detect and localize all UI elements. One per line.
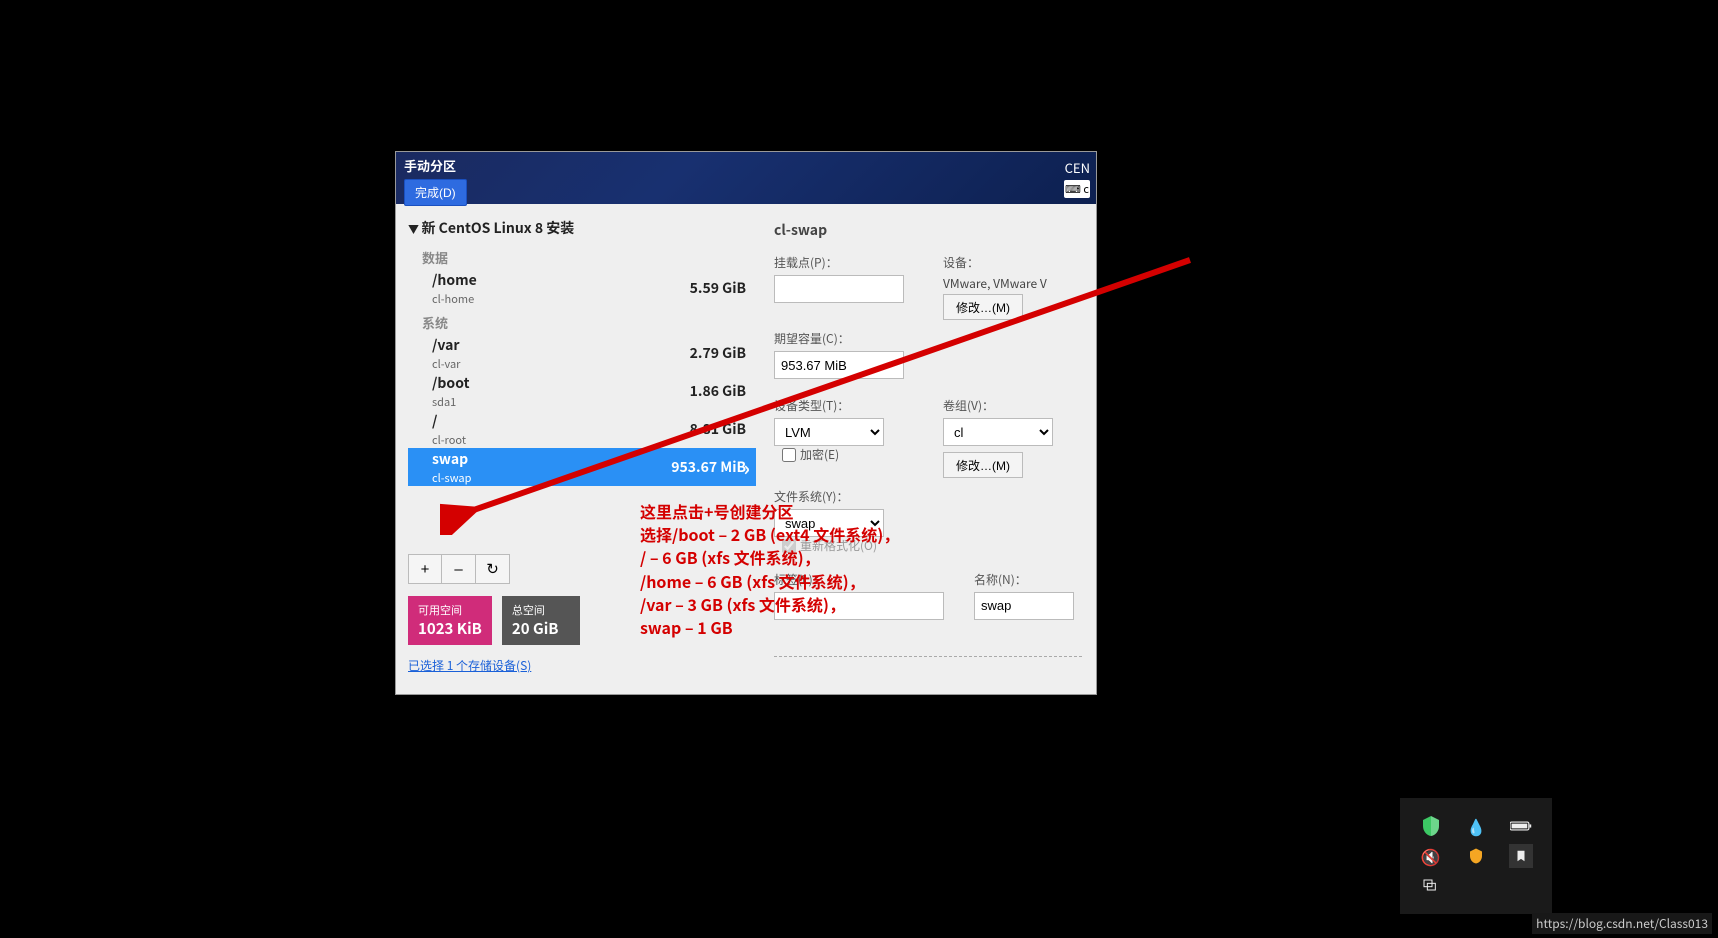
droplet-icon[interactable]: 💧 [1464, 814, 1488, 838]
label-input[interactable] [774, 592, 944, 620]
partition-row-root[interactable]: / cl-root 8.81 GiB [408, 410, 756, 448]
mount-label: /home [432, 270, 477, 290]
name-field-label: 名称(N)： [974, 571, 1082, 588]
shield-warning-icon[interactable] [1464, 844, 1488, 868]
body: 新 CentOS Linux 8 安装 数据 /home cl-home 5.5… [396, 204, 1096, 694]
size-label: 953.67 MiB [671, 457, 746, 477]
left-bottom: + – ↻ 可用空间 1023 KiB 总空间 20 GiB 已选择 1 个存储… [408, 544, 756, 684]
device-type-label: 设备类型(T)： [774, 397, 913, 414]
device-label: cl-root [432, 432, 466, 448]
partition-row-var[interactable]: /var cl-var 2.79 GiB [408, 334, 756, 372]
system-tray-flyout: 💧 🔇 [1400, 798, 1552, 914]
free-value: 1023 KiB [418, 618, 482, 639]
device-label: cl-home [432, 291, 477, 307]
partition-tree: 新 CentOS Linux 8 安装 数据 /home cl-home 5.5… [396, 204, 756, 694]
size-label: 5.59 GiB [690, 278, 746, 298]
size-label: 1.86 GiB [690, 381, 746, 401]
total-value: 20 GiB [512, 618, 570, 639]
installer-window: 手动分区 完成(D) CEN ⌨ c 新 CentOS Linux 8 安装 数… [396, 152, 1096, 694]
mount-label: /boot [432, 373, 469, 393]
partition-row-swap[interactable]: swap cl-swap 953.67 MiB [408, 448, 756, 486]
bookmark-icon[interactable] [1509, 844, 1533, 868]
vg-label: 卷组(V)： [943, 397, 1082, 414]
partition-action-buttons: + – ↻ [408, 554, 746, 584]
done-button[interactable]: 完成(D) [404, 179, 467, 206]
modify-vg-button[interactable]: 修改…(M) [943, 452, 1023, 478]
encrypt-checkbox[interactable] [782, 448, 796, 462]
category-system: 系统 [422, 313, 756, 332]
mount-label: / [432, 411, 437, 431]
remove-partition-button[interactable]: – [442, 554, 476, 584]
size-label: 8.81 GiB [690, 419, 746, 439]
page-title: 手动分区 [404, 156, 1088, 175]
reload-button[interactable]: ↻ [476, 554, 510, 584]
partition-row-boot[interactable]: /boot sda1 1.86 GiB [408, 372, 756, 410]
total-space-box: 总空间 20 GiB [502, 596, 580, 645]
fs-label: 文件系统(Y)： [774, 488, 913, 505]
reformat-label: 重新格式化(O) [800, 537, 877, 554]
install-heading[interactable]: 新 CentOS Linux 8 安装 [408, 214, 756, 242]
device-label: 设备： [943, 254, 1082, 271]
device-label: sda1 [432, 394, 469, 410]
partition-row-home[interactable]: /home cl-home 5.59 GiB [408, 269, 756, 307]
device-label: cl-swap [432, 470, 471, 486]
keyboard-layout-indicator[interactable]: ⌨ c [1064, 180, 1090, 198]
category-data: 数据 [422, 248, 756, 267]
capacity-label: 期望容量(C)： [774, 330, 913, 347]
window-header: 手动分区 完成(D) CEN ⌨ c [396, 152, 1096, 204]
divider [774, 656, 1082, 657]
size-label: 2.79 GiB [690, 343, 746, 363]
security-icon[interactable] [1419, 814, 1443, 838]
partition-details: cl-swap 挂载点(P)： 设备： VMware, VMware V 修改…… [756, 204, 1096, 694]
free-space-box: 可用空间 1023 KiB [408, 596, 492, 645]
capacity-input[interactable] [774, 351, 904, 379]
vg-select[interactable]: cl [943, 418, 1053, 446]
add-partition-button[interactable]: + [408, 554, 442, 584]
label-field-label: 标签(L)： [774, 571, 944, 588]
battery-icon[interactable] [1509, 814, 1533, 838]
storage-devices-link[interactable]: 已选择 1 个存储设备(S) [408, 657, 531, 674]
encrypt-label: 加密(E) [800, 446, 839, 463]
device-value: VMware, VMware V [943, 275, 1082, 292]
volume-mute-icon[interactable]: 🔇 [1419, 844, 1443, 868]
reformat-checkbox [782, 539, 796, 553]
device-type-select[interactable]: LVM [774, 418, 884, 446]
mountpoint-label: 挂载点(P)： [774, 254, 913, 271]
total-label: 总空间 [512, 602, 570, 618]
mount-label: /var [432, 335, 460, 355]
fs-select[interactable]: swap [774, 509, 884, 537]
detail-title: cl-swap [774, 220, 1082, 240]
free-label: 可用空间 [418, 602, 482, 618]
mount-label: swap [432, 449, 468, 469]
status-url: https://blog.csdn.net/Class013 [1532, 913, 1712, 934]
space-summary: 可用空间 1023 KiB 总空间 20 GiB [408, 596, 746, 645]
modify-disk-button[interactable]: 修改…(M) [943, 294, 1023, 320]
header-right-text: CEN [1065, 158, 1090, 177]
name-input[interactable] [974, 592, 1074, 620]
device-label: cl-var [432, 356, 460, 372]
mountpoint-input[interactable] [774, 275, 904, 303]
task-view-icon[interactable] [1418, 874, 1442, 898]
